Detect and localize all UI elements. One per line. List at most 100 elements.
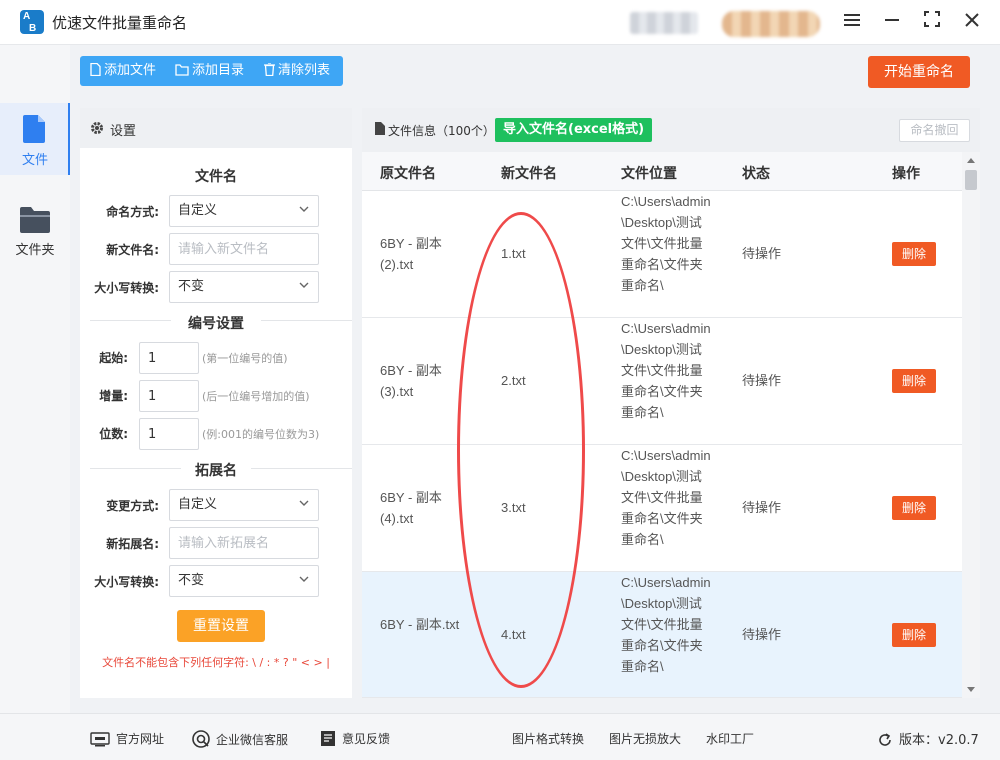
sidebar-label-file: 文件 [21, 153, 48, 168]
sidebar-item-folder[interactable]: 文件夹 [0, 193, 70, 265]
import-filenames-button[interactable]: 导入文件名(excel格式) [495, 118, 653, 142]
reset-settings-button[interactable]: 重置设置 [177, 610, 265, 642]
image-enlarge-link[interactable]: 图片无损放大 [609, 730, 681, 747]
case-label: 大小写转换: [94, 281, 159, 295]
version-info[interactable]: 版本：v2.0.7 [877, 729, 979, 748]
start-number-input[interactable] [139, 342, 199, 374]
website-icon [90, 732, 110, 747]
footer-bar: 官方网址 企业微信客服 意见反馈 图片格式转换 图片无损放大 水印工厂 版本：v… [0, 713, 1000, 760]
wechat-support-link[interactable]: 企业微信客服 [192, 730, 288, 748]
chevron-down-icon [299, 282, 309, 288]
file-location: C:\Users\admin\Desktop\测试文件\文件批量重命名\文件夹重… [621, 575, 711, 674]
sidebar-label-folder: 文件夹 [15, 243, 55, 258]
original-filename: 6BY - 副本 (3).txt [380, 363, 442, 399]
new-filename: 4.txt [501, 627, 526, 642]
blurred-account-info [630, 12, 698, 34]
column-header-status: 状态 [742, 166, 770, 182]
scroll-thumb[interactable] [965, 170, 977, 190]
menu-icon[interactable] [839, 10, 865, 34]
add-dir-icon [175, 64, 189, 76]
add-file-button[interactable]: 添加文件 [90, 56, 156, 86]
close-icon[interactable] [959, 10, 985, 34]
image-convert-link[interactable]: 图片格式转换 [512, 730, 584, 747]
ext-mode-label: 变更方式: [106, 499, 159, 513]
official-site-link[interactable]: 官方网址 [90, 730, 164, 747]
ext-section-title: 拓展名 [181, 460, 251, 480]
maximize-icon[interactable] [919, 10, 945, 34]
blurred-user-badge[interactable] [722, 11, 820, 37]
invalid-chars-warning: 文件名不能包含下列任何字符: \ / : * ? " < > | [102, 656, 330, 669]
app-title: 优速文件批量重命名 [52, 14, 188, 32]
title-bar: AB 优速文件批量重命名 [0, 0, 1000, 45]
new-name-label: 新文件名: [106, 243, 159, 257]
feedback-link[interactable]: 意见反馈 [320, 730, 390, 747]
trash-icon [264, 62, 275, 77]
original-filename: 6BY - 副本.txt [380, 617, 460, 632]
vertical-scrollbar[interactable] [962, 152, 980, 698]
column-header-location: 文件位置 [621, 166, 677, 182]
settings-title: 设置 [110, 124, 137, 139]
new-filename: 1.txt [501, 246, 526, 261]
file-panel: 文件信息（100个） 导入文件名(excel格式) 命名撤回 原文件名 新文件名… [362, 108, 980, 698]
chevron-down-icon [299, 206, 309, 212]
step-input[interactable] [139, 380, 199, 412]
chevron-down-icon [299, 576, 309, 582]
file-location: C:\Users\admin\Desktop\测试文件\文件批量重命名\文件夹重… [621, 194, 711, 293]
original-filename: 6BY - 副本 (4).txt [380, 490, 442, 526]
ext-case-select[interactable]: 不变 [169, 565, 319, 597]
table-row-selected[interactable]: 6BY - 副本.txt 4.txt C:\Users\admin\Deskto… [362, 572, 962, 698]
file-icon [23, 115, 45, 143]
numbering-section-title: 编号设置 [171, 313, 261, 333]
add-dir-button[interactable]: 添加目录 [175, 56, 244, 86]
minimize-icon[interactable] [879, 10, 905, 34]
ext-case-label: 大小写转换: [94, 575, 159, 589]
delete-button[interactable]: 删除 [892, 369, 936, 393]
scroll-up-icon[interactable] [967, 158, 975, 163]
filename-section-title: 文件名 [195, 169, 237, 185]
table-row[interactable]: 6BY - 副本 (3).txt 2.txt C:\Users\admin\De… [362, 318, 962, 445]
undo-rename-button[interactable]: 命名撤回 [899, 119, 970, 142]
settings-header: 设置 [80, 108, 352, 148]
folder-icon [20, 207, 50, 233]
file-location: C:\Users\admin\Desktop\测试文件\文件批量重命名\文件夹重… [621, 321, 711, 420]
file-status: 待操作 [742, 373, 782, 388]
digits-hint: (例:001的编号位数为3) [202, 428, 320, 441]
table-row[interactable]: 6BY - 副本 (2).txt 1.txt C:\Users\admin\De… [362, 191, 962, 318]
start-rename-button[interactable]: 开始重命名 [868, 56, 970, 88]
new-filename: 2.txt [501, 373, 526, 388]
naming-mode-select[interactable]: 自定义 [169, 195, 319, 227]
original-filename: 6BY - 副本 (2).txt [380, 236, 442, 272]
file-panel-header: 文件信息（100个） 导入文件名(excel格式) 命名撤回 [362, 108, 980, 152]
step-label: 增量: [99, 389, 128, 403]
new-name-input[interactable] [169, 233, 319, 265]
wechat-icon [192, 730, 210, 748]
delete-button[interactable]: 删除 [892, 623, 936, 647]
column-header-new: 新文件名 [501, 166, 557, 182]
step-hint: (后一位编号增加的值) [202, 390, 310, 403]
watermark-link[interactable]: 水印工厂 [706, 730, 754, 747]
start-label: 起始: [99, 351, 128, 365]
app-logo-icon: AB [20, 10, 44, 34]
refresh-icon [879, 733, 891, 746]
clear-list-button[interactable]: 清除列表 [264, 56, 330, 86]
toolbar: 添加文件 添加目录 清除列表 [80, 56, 343, 86]
scroll-down-icon[interactable] [967, 687, 975, 692]
digits-input[interactable] [139, 418, 199, 450]
naming-mode-label: 命名方式: [106, 205, 159, 219]
column-header-action: 操作 [892, 166, 920, 182]
add-file-icon [90, 62, 101, 77]
delete-button[interactable]: 删除 [892, 242, 936, 266]
sidebar-item-file[interactable]: 文件 [0, 103, 70, 175]
column-header-original: 原文件名 [380, 166, 436, 182]
delete-button[interactable]: 删除 [892, 496, 936, 520]
case-select[interactable]: 不变 [169, 271, 319, 303]
ext-mode-select[interactable]: 自定义 [169, 489, 319, 521]
chevron-down-icon [299, 500, 309, 506]
new-filename: 3.txt [501, 500, 526, 515]
left-sidebar: 文件 文件夹 [0, 45, 70, 713]
new-ext-label: 新拓展名: [106, 537, 159, 551]
file-location: C:\Users\admin\Desktop\测试文件\文件批量重命名\文件夹重… [621, 448, 711, 547]
new-ext-input[interactable] [169, 527, 319, 559]
digits-label: 位数: [99, 427, 128, 441]
table-row[interactable]: 6BY - 副本 (4).txt 3.txt C:\Users\admin\De… [362, 445, 962, 572]
